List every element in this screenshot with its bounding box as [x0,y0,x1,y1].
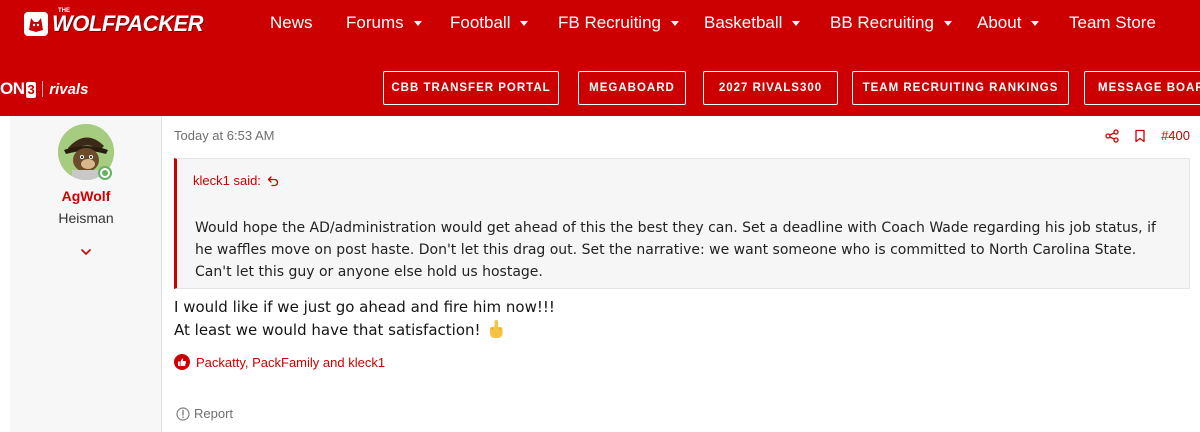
logo-sup-text: THE [58,8,70,14]
nav-label: BB Recruiting [830,13,934,32]
link-2027-rivals300[interactable]: 2027 RIVALS300 [703,71,838,105]
warning-icon [176,406,190,421]
site-header: THE WOLFPACKER News Forums Football FB R… [0,0,1200,116]
on3-logo[interactable]: ON 3 [0,79,37,99]
caret-down-icon [520,20,529,26]
bookmark-icon[interactable] [1133,129,1147,143]
nav-label: Team Store [1069,13,1156,32]
wolf-logo-icon [24,12,48,36]
post-author-name[interactable]: AgWolf [10,188,162,204]
logo-text: WOLFPACKER [52,11,204,36]
nav-about[interactable]: About [977,12,1040,34]
avatar[interactable] [58,124,114,180]
post-actions: #400 [1091,128,1190,143]
nav-fb-recruiting[interactable]: FB Recruiting [558,12,679,34]
quote-author-label: kleck1 said: [193,173,261,188]
caret-down-icon [413,20,422,26]
post-author-title: Heisman [58,210,114,226]
link-cbb-transfer-portal[interactable]: CBB TRANSFER PORTAL [383,71,559,105]
share-icon[interactable] [1105,128,1119,143]
nav-basketball[interactable]: Basketball [704,12,801,34]
on3-text: ON [0,79,25,98]
quote-block: kleck1 said: Would hope the AD/administr… [174,158,1190,289]
reactions-bar[interactable]: Packatty, PackFamily and kleck1 [174,354,385,370]
network-logos: ON 3 rivals [0,78,88,100]
nav-team-store[interactable]: Team Store [1069,12,1156,34]
reactions-users[interactable]: Packatty, PackFamily and kleck1 [196,355,385,370]
report-label: Report [194,406,234,421]
post-user-column: AgWolf Heisman [10,116,162,432]
nav-label: FB Recruiting [558,13,661,32]
reply-arrow-icon[interactable] [267,175,279,187]
nav-label: Football [450,13,511,32]
message-line: At least we would have that satisfaction… [174,321,481,339]
nav-news[interactable]: News [270,12,313,34]
post-message: I would like if we just go ahead and fir… [174,296,1174,342]
nav-football[interactable]: Football [450,12,529,34]
on3-box: 3 [25,82,37,98]
quote-author[interactable]: kleck1 said: [193,173,279,188]
quote-text: Would hope the AD/administration would g… [195,220,1156,280]
nav-bb-recruiting[interactable]: BB Recruiting [830,12,952,34]
message-line: I would like if we just go ahead and fir… [174,298,555,316]
nav-label: Forums [346,13,404,32]
nav-label: News [270,13,313,32]
chevron-down-icon[interactable] [78,244,94,260]
network-divider [42,81,44,97]
report-link[interactable]: Report [176,406,233,421]
caret-down-icon [792,20,801,26]
nav-label: About [977,13,1022,32]
link-megaboard[interactable]: MEGABOARD [578,71,686,105]
caret-down-icon [1031,20,1040,26]
rivals-logo[interactable]: rivals [49,81,88,98]
link-message-board[interactable]: MESSAGE BOARD [1084,71,1200,105]
link-team-recruiting-rankings[interactable]: TEAM RECRUITING RANKINGS [852,71,1069,105]
post-body: Today at 6:53 AM #400 kleck1 said: Would… [162,116,1200,432]
post-number[interactable]: #400 [1161,128,1190,143]
nav-forums[interactable]: Forums [346,12,422,34]
site-logo[interactable]: THE WOLFPACKER [24,6,204,42]
caret-down-icon [670,20,679,26]
post-timestamp[interactable]: Today at 6:53 AM [174,128,274,143]
like-icon [174,354,190,370]
nav-label: Basketball [704,13,783,32]
middle-finger-emoji-icon [489,320,503,338]
online-status-icon [98,166,112,180]
caret-down-icon [943,20,952,26]
message-line-with-emoji: At least we would have that satisfaction… [174,319,1174,342]
